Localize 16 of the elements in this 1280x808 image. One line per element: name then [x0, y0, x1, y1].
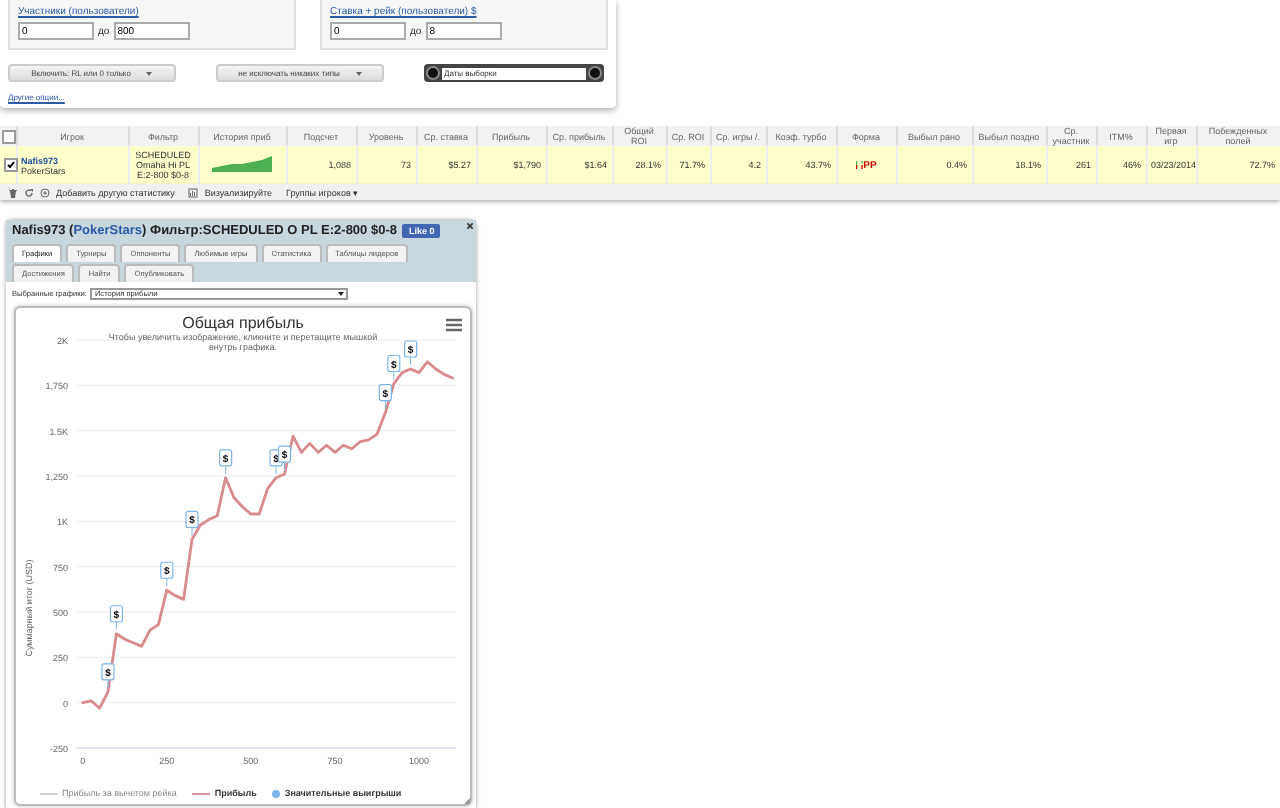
plus-icon — [40, 187, 50, 197]
caret-icon — [338, 292, 345, 296]
trash-icon[interactable] — [8, 187, 18, 197]
legend-line-icon — [192, 789, 211, 797]
form-bars-icon — [855, 159, 864, 170]
menu-icon[interactable] — [446, 318, 462, 332]
refresh-icon[interactable] — [24, 187, 34, 197]
close-icon[interactable] — [466, 222, 474, 230]
resize-grip-icon[interactable] — [464, 798, 470, 804]
chart-title: Общая прибыль — [180, 314, 306, 332]
select-all-checkbox[interactable] — [2, 129, 16, 143]
caret-icon — [146, 72, 153, 76]
row-checkbox[interactable] — [4, 158, 18, 172]
caret-icon — [355, 72, 362, 76]
chart-icon — [188, 187, 199, 197]
sparkline — [212, 156, 272, 172]
